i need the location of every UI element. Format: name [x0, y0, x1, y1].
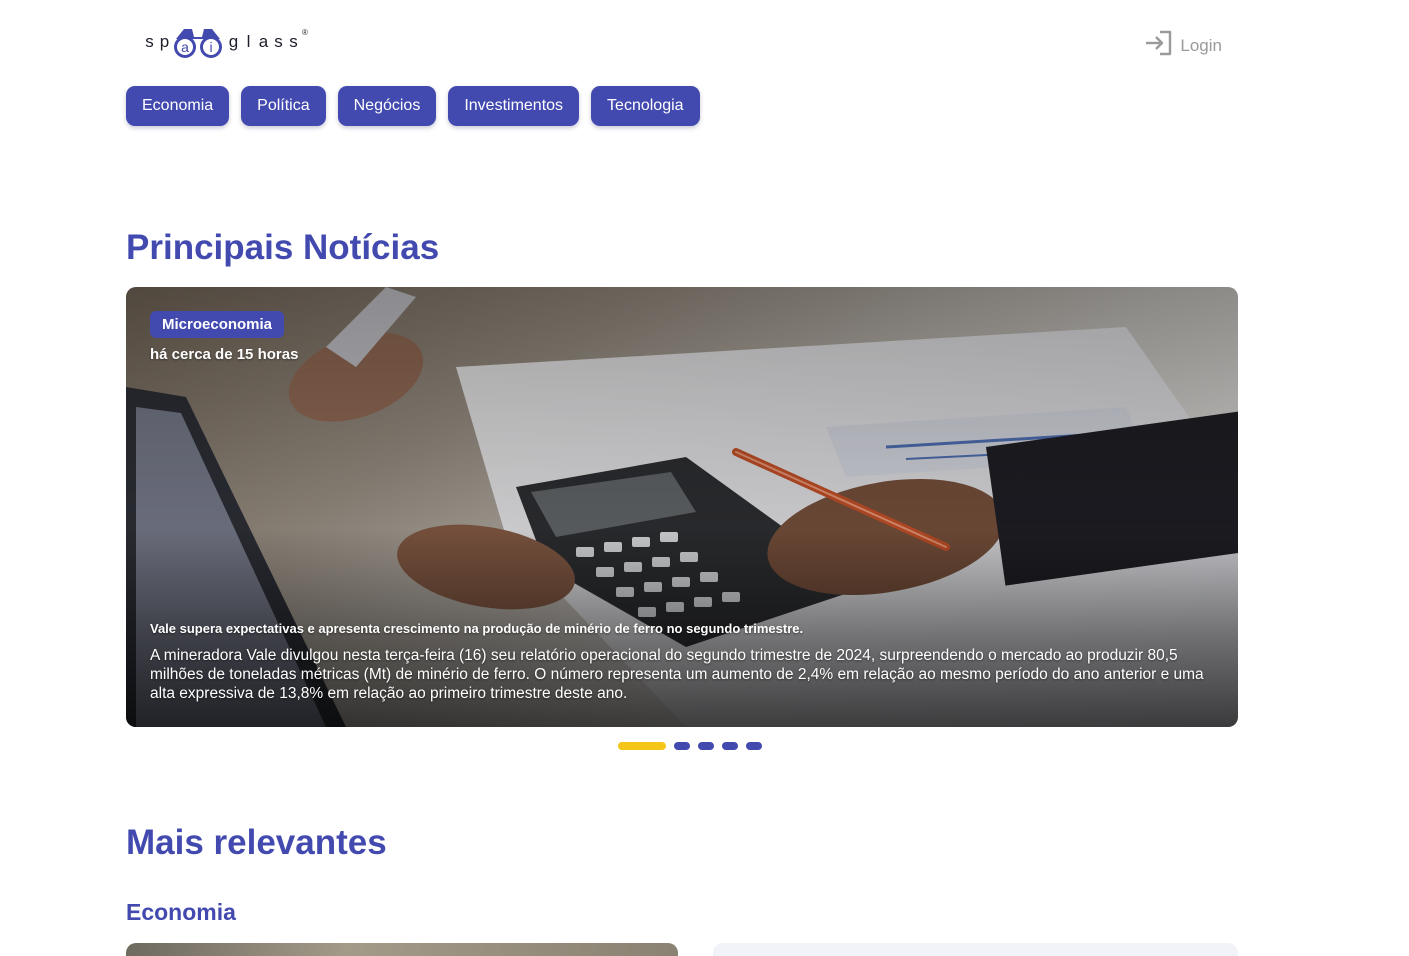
category-badge[interactable]: Microeconomia: [150, 311, 285, 338]
mais-relevantes-heading: Mais relevantes: [126, 823, 387, 862]
slide-headline[interactable]: Vale supera expectativas e apresenta cre…: [150, 621, 803, 636]
carousel-dot-5[interactable]: [746, 742, 762, 750]
carousel-dot-3[interactable]: [698, 742, 714, 750]
principais-noticias-heading: Principais Notícias: [126, 228, 440, 267]
page: s p a i g l a s s ® Login Economia Polít…: [0, 0, 1409, 956]
nav-tecnologia-button[interactable]: Tecnologia: [591, 86, 700, 126]
logo-wordmark: s p a i g l a s s ®: [142, 25, 308, 59]
carousel-pagination: [618, 742, 762, 750]
nav-investimentos-button[interactable]: Investimentos: [448, 86, 580, 126]
login-button[interactable]: Login: [1144, 30, 1222, 61]
news-card-image[interactable]: [126, 943, 678, 956]
slide-timestamp: há cerca de 15 horas: [150, 346, 299, 363]
logo-letter: s: [289, 32, 298, 51]
login-arrow-icon: [1144, 30, 1174, 61]
carousel-dot-1[interactable]: [618, 742, 666, 750]
carousel-dot-4[interactable]: [722, 742, 738, 750]
carousel-dot-2[interactable]: [674, 742, 690, 750]
logo-letter: s: [274, 32, 283, 51]
login-label: Login: [1180, 35, 1222, 55]
logo-letter: l: [246, 32, 251, 51]
category-nav: Economia Política Negócios Investimentos…: [126, 86, 700, 126]
slide-summary: A mineradora Vale divulgou nesta terça-f…: [150, 647, 1204, 702]
logo-lens-letter: i: [209, 39, 212, 55]
news-carousel-slide[interactable]: Microeconomia há cerca de 15 horas Vale …: [126, 287, 1238, 727]
logo[interactable]: s p a i g l a s s ®: [142, 22, 308, 62]
binoculars-icon: a i: [170, 25, 226, 59]
nav-politica-button[interactable]: Política: [241, 86, 326, 126]
logo-letter: g: [228, 32, 239, 51]
nav-economia-button[interactable]: Economia: [126, 86, 230, 126]
logo-letter: s: [145, 32, 154, 51]
nav-negocios-button[interactable]: Negócios: [337, 86, 437, 126]
registered-mark: ®: [302, 27, 308, 37]
logo-letter: a: [258, 32, 269, 51]
news-card[interactable]: [713, 943, 1238, 956]
economia-subheading: Economia: [126, 899, 236, 925]
logo-lens-letter: a: [181, 39, 189, 55]
